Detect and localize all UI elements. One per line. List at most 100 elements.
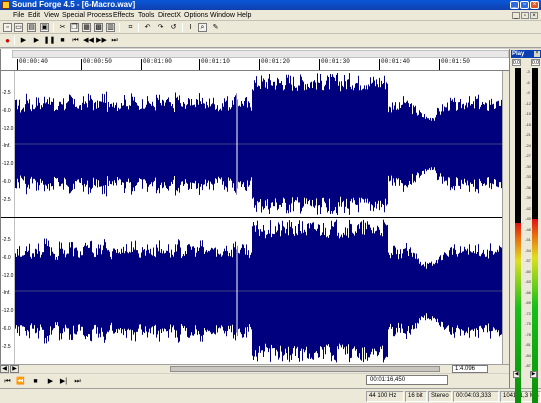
open-icon[interactable]: ▭ xyxy=(14,23,23,32)
play-meter-close-button[interactable]: × xyxy=(534,51,540,57)
paste-mix-icon[interactable]: ▩ xyxy=(94,23,103,32)
window-title: Sound Forge 4.5 - [6-Macro.wav] xyxy=(12,0,136,9)
undo-icon[interactable]: ↶ xyxy=(143,23,152,32)
ruler-label: 00:01:00 xyxy=(143,58,172,65)
meter-scale-label: -3 xyxy=(526,69,530,74)
overview-bar[interactable] xyxy=(12,50,509,58)
meter-right xyxy=(532,68,538,403)
scroll-thumb[interactable] xyxy=(170,366,440,372)
ruler-tick xyxy=(81,59,82,70)
minimize-button[interactable]: _ xyxy=(510,1,519,9)
doc-close-button[interactable]: × xyxy=(530,12,538,19)
crossfade-icon[interactable]: ▥ xyxy=(106,23,115,32)
db-label: -2.5 xyxy=(2,237,11,243)
menu-file[interactable]: File xyxy=(13,11,24,20)
status-bit-depth: 16 bit xyxy=(405,391,427,402)
paste-icon[interactable]: ▦ xyxy=(82,23,91,32)
horizontal-scrollbar[interactable]: ◀ ▶ 1:4.096 xyxy=(0,364,509,373)
channel-right[interactable]: -2.5 -6.0 -12.0 -Inf. -12.0 -6.0 -2.5 xyxy=(1,218,510,364)
menu-window[interactable]: Window xyxy=(210,11,235,20)
meter-scale-label: -15 xyxy=(525,111,531,116)
play-loop-icon[interactable]: ▶| xyxy=(59,377,68,386)
trim-icon[interactable]: ⌗ xyxy=(126,23,135,32)
meter-scale-label: -57 xyxy=(525,258,531,263)
play-icon[interactable]: ▶ xyxy=(46,377,55,386)
pencil-icon[interactable]: ✎ xyxy=(211,23,220,32)
menu-effects[interactable]: Effects xyxy=(113,11,134,20)
db-label: -Inf. xyxy=(2,143,11,149)
menu-edit[interactable]: Edit xyxy=(28,11,40,20)
play-icon[interactable]: ▶ xyxy=(32,36,41,45)
app-icon[interactable] xyxy=(2,1,10,9)
doc-restore-button[interactable]: ▫ xyxy=(521,12,529,19)
db-label: -2.5 xyxy=(2,344,11,350)
repeat-icon[interactable]: ↺ xyxy=(169,23,178,32)
meter-scale-label: -6 xyxy=(526,79,530,85)
play-all-icon[interactable]: ▶ xyxy=(19,36,28,45)
menu-directx[interactable]: DirectX xyxy=(158,11,181,20)
scroll-right-arrow[interactable]: ▶ xyxy=(10,365,19,373)
zoom-ratio[interactable]: 1:4.096 xyxy=(452,365,488,373)
playbar: ⏮ ⏪ ■ ▶ ▶| ⏭ 00:01:16,450 xyxy=(0,374,509,388)
waveform-right[interactable] xyxy=(15,218,503,364)
meter-scale-label: -60 xyxy=(525,268,531,274)
save-as-icon[interactable]: ▤ xyxy=(27,23,36,32)
db-label: -12.0 xyxy=(2,273,14,279)
db-label: -6.0 xyxy=(2,179,11,185)
meter-scale-label: -87 xyxy=(525,363,531,368)
menu-options[interactable]: Options xyxy=(184,11,208,20)
go-end-icon[interactable]: ⏭ xyxy=(110,36,119,45)
prev-icon[interactable]: ⏪ xyxy=(16,377,25,386)
waveform-left[interactable] xyxy=(15,71,503,217)
meter-scale-label: -54 xyxy=(525,247,531,253)
scroll-left-arrow[interactable]: ◀ xyxy=(0,365,9,373)
meter-scale-label: -24 xyxy=(525,142,531,148)
stop-icon[interactable]: ■ xyxy=(58,36,67,45)
time-select-icon[interactable]: I xyxy=(186,23,195,32)
toolbar-separator xyxy=(119,23,120,32)
meter-scale-label: -72 xyxy=(525,310,531,316)
doc-minimize-button[interactable]: _ xyxy=(512,12,520,19)
copy-icon[interactable]: ❐ xyxy=(70,23,79,32)
meter-reset-left-button[interactable]: ◀ xyxy=(513,371,520,378)
pause-icon[interactable]: ❚❚ xyxy=(44,36,56,45)
meter-scale-label: -84 xyxy=(525,352,531,358)
maximize-button[interactable]: ▫ xyxy=(520,1,529,9)
magnify-icon[interactable]: ⌕ xyxy=(198,23,207,32)
meter-scale-label: -42 xyxy=(525,205,531,211)
waveform-window[interactable]: 00:00:40 00:00:50 00:01:00 00:01:10 00:0… xyxy=(0,49,510,373)
ruler-label: 00:01:50 xyxy=(441,58,470,65)
meter-scale-label: -36 xyxy=(525,184,531,190)
forward-icon[interactable]: ▶▶ xyxy=(96,36,107,45)
meter-scale-label: -12 xyxy=(525,100,531,106)
ruler-tick xyxy=(141,59,142,70)
redo-icon[interactable]: ↷ xyxy=(156,23,165,32)
go-start-icon[interactable]: ⏮ xyxy=(71,36,80,45)
menu-tools[interactable]: Tools xyxy=(138,11,154,20)
cut-icon[interactable]: ✂ xyxy=(58,23,67,32)
meter-scale-label: -66 xyxy=(525,289,531,295)
peak-right[interactable]: 0.0 xyxy=(531,59,540,66)
go-start-icon[interactable]: ⏮ xyxy=(3,377,12,386)
ruler-label: 00:00:50 xyxy=(83,58,112,65)
menu-special[interactable]: Special xyxy=(62,11,85,20)
time-ruler[interactable]: 00:00:40 00:00:50 00:01:00 00:01:10 00:0… xyxy=(1,49,510,71)
channel-left[interactable]: -2.5 -6.0 -12.0 -Inf. -12.0 -6.0 -2.5 xyxy=(1,71,510,217)
rewind-icon[interactable]: ◀◀ xyxy=(83,36,94,45)
menu-view[interactable]: View xyxy=(44,11,59,20)
level-zoom-strip[interactable] xyxy=(502,71,509,369)
close-button[interactable]: × xyxy=(530,1,539,9)
db-scale-right: -2.5 -6.0 -12.0 -Inf. -12.0 -6.0 -2.5 xyxy=(1,218,15,364)
peak-left[interactable]: 0.0 xyxy=(512,59,521,66)
go-end-icon[interactable]: ⏭ xyxy=(73,377,82,386)
meter-reset-right-button[interactable]: ▶ xyxy=(530,371,537,378)
stop-icon[interactable]: ■ xyxy=(31,377,40,386)
meter-scale-label: -39 xyxy=(525,195,531,200)
menu-process[interactable]: Process xyxy=(87,11,112,20)
record-icon[interactable]: ● xyxy=(3,36,12,45)
new-icon[interactable]: ▫ xyxy=(3,23,12,32)
save-icon[interactable]: ▣ xyxy=(40,23,49,32)
ruler-tick xyxy=(17,59,18,70)
menu-help[interactable]: Help xyxy=(237,11,251,20)
db-label: -2.5 xyxy=(2,197,11,203)
